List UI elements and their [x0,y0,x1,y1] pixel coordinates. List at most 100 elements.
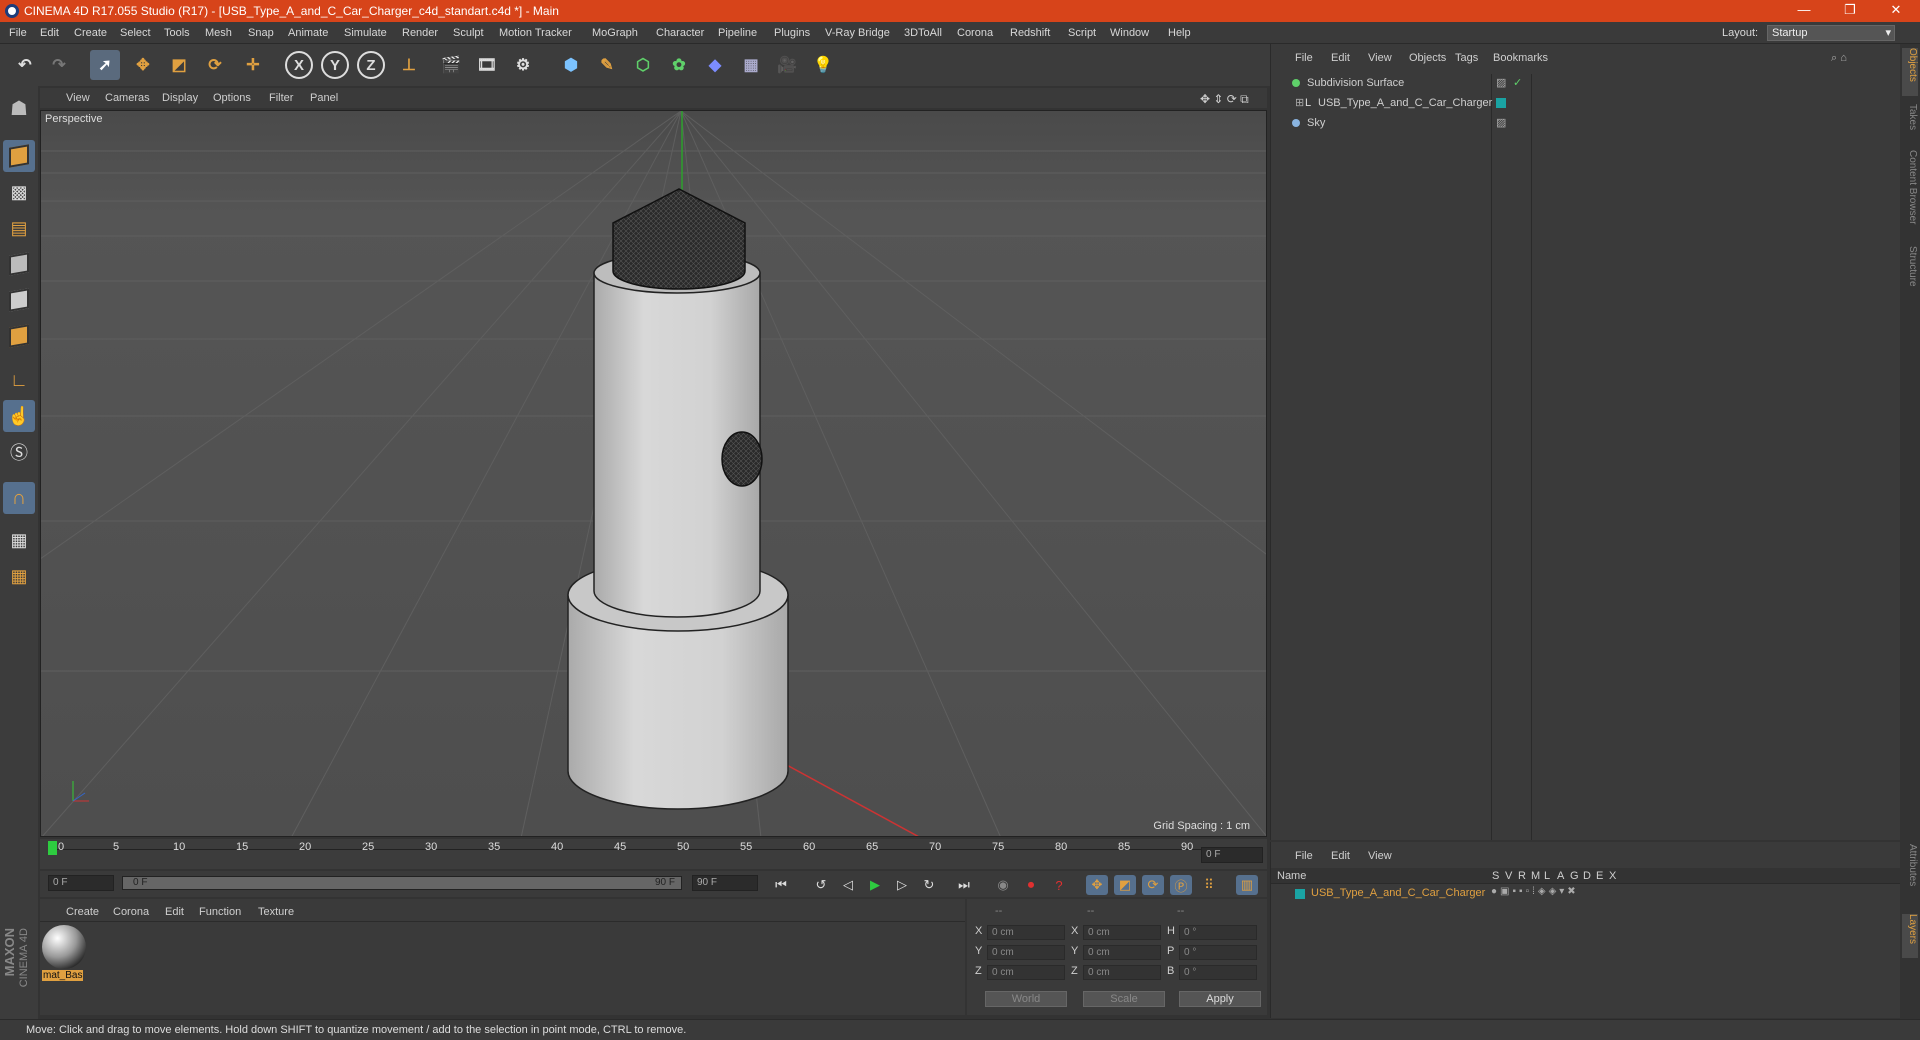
menu-create[interactable]: Create [74,27,107,39]
lm-menu-edit[interactable]: Edit [1331,850,1350,862]
rotation-p-field[interactable]: 0 ° [1179,945,1257,960]
layer-row[interactable]: USB_Type_A_and_C_Car_Charger ●▣▪▪▫⁞◈◈▾✖ [1271,886,1901,902]
tab-attributes[interactable]: Attributes [1902,844,1918,908]
workplane-lock-icon[interactable]: ▦ [3,524,35,556]
make-editable-icon[interactable]: ☗ [3,92,35,124]
enabled-check-icon[interactable]: ✓ [1513,74,1522,92]
material-name[interactable]: mat_Bas [42,970,84,981]
live-selection-icon[interactable]: ➚ [90,50,120,80]
mat-menu-corona[interactable]: Corona [113,906,149,918]
tweak-mode-icon[interactable]: ☝ [3,400,35,432]
object-row[interactable]: Subdivision Surface ▨ ✓ [1271,74,1901,92]
tab-objects[interactable]: Objects [1902,48,1918,96]
key-rotation-icon[interactable]: ⟳ [1142,875,1164,895]
points-mode-icon[interactable] [3,248,35,280]
material-preview[interactable] [42,925,86,969]
texture-mode-icon[interactable]: ▩ [3,176,35,208]
layer-flag-icons[interactable]: ●▣▪▪▫⁞◈◈▾✖ [1491,886,1579,897]
menu-character[interactable]: Character [656,27,704,39]
subdivision-surface-icon[interactable]: ⬡ [628,50,658,80]
key-position-icon[interactable]: ✥ [1086,875,1108,895]
tab-layers[interactable]: Layers [1902,914,1918,958]
rotation-h-field[interactable]: 0 ° [1179,925,1257,940]
size-y-field[interactable]: 0 cm [1083,945,1161,960]
next-frame-icon[interactable]: ▷ [891,875,913,895]
rotate-tool-icon[interactable]: ⟳ [200,50,230,80]
current-frame-field[interactable]: 0 F [1201,847,1263,863]
om-menu-bookmarks[interactable]: Bookmarks [1493,52,1548,64]
viewport-navigation-icons[interactable]: ✥ ⇕ ⟳ ⧉ [1200,92,1249,107]
floor-icon[interactable]: ▦ [736,50,766,80]
menu-animate[interactable]: Animate [288,27,328,39]
vp-menu-display[interactable]: Display [162,92,198,104]
camera-icon[interactable]: 🎥 [772,50,802,80]
magnet-icon[interactable]: ∩ [3,482,35,514]
apply-button[interactable]: Apply [1179,991,1261,1007]
rotation-b-field[interactable]: 0 ° [1179,965,1257,980]
om-menu-objects[interactable]: Objects [1409,52,1446,64]
visibility-icon[interactable]: ▨ [1496,114,1506,132]
pen-spline-icon[interactable]: ✎ [592,50,622,80]
axis-mode-icon[interactable]: ∟ [3,364,35,396]
menu-simulate[interactable]: Simulate [344,27,387,39]
object-row[interactable]: ⊞ L USB_Type_A_and_C_Car_Charger [1271,94,1901,112]
om-search-icon[interactable]: ⌕ ⌂ [1831,52,1847,65]
size-z-field[interactable]: 0 cm [1083,965,1161,980]
range-slider[interactable]: 0 F 90 F [122,876,682,890]
play-icon[interactable]: ▶ [864,875,886,895]
end-frame-field[interactable]: 90 F [692,875,758,891]
quantize-icon[interactable]: ▦ [3,560,35,592]
render-picture-viewer-icon[interactable]: 🎞 [472,50,502,80]
om-menu-file[interactable]: File [1295,52,1313,64]
coordinate-system-dropdown[interactable]: World [985,991,1067,1007]
light-icon[interactable]: 💡 [808,50,838,80]
position-z-field[interactable]: 0 cm [987,965,1065,980]
menu-sculpt[interactable]: Sculpt [453,27,484,39]
playhead[interactable] [48,841,57,855]
size-x-field[interactable]: 0 cm [1083,925,1161,940]
om-menu-edit[interactable]: Edit [1331,52,1350,64]
object-row[interactable]: Sky ▨ [1271,114,1901,132]
menu-mograph[interactable]: MoGraph [592,27,638,39]
workplane-mode-icon[interactable]: ▤ [3,212,35,244]
key-parameter-icon[interactable]: Ⓟ [1170,875,1192,895]
go-to-end-icon[interactable]: ⏭ [953,875,975,895]
tab-content-browser[interactable]: Content Browser [1902,150,1918,240]
transform-tool-icon[interactable]: ✛ [238,50,268,80]
tab-takes[interactable]: Takes [1902,104,1918,144]
om-menu-tags[interactable]: Tags [1455,52,1478,64]
menu-file[interactable]: File [9,27,27,39]
minimize-icon[interactable]: — [1784,2,1824,17]
om-menu-view[interactable]: View [1368,52,1392,64]
menu-script[interactable]: Script [1068,27,1096,39]
menu-snap[interactable]: Snap [248,27,274,39]
position-y-field[interactable]: 0 cm [987,945,1065,960]
expand-icon[interactable]: ⊞ [1295,94,1304,112]
cube-primitive-icon[interactable]: ⬢ [556,50,586,80]
render-view-icon[interactable]: 🎬 [436,50,466,80]
mat-menu-texture[interactable]: Texture [258,906,294,918]
menu-mesh[interactable]: Mesh [205,27,232,39]
menu-redshift[interactable]: Redshift [1010,27,1050,39]
vp-menu-options[interactable]: Options [213,92,251,104]
menu-vray-bridge[interactable]: V-Ray Bridge [825,27,890,39]
tab-structure[interactable]: Structure [1902,246,1918,306]
cloner-icon[interactable]: ✿ [664,50,694,80]
mat-menu-function[interactable]: Function [199,906,241,918]
close-icon[interactable]: ✕ [1876,2,1916,18]
go-to-start-icon[interactable]: ⏮ [770,875,792,895]
visibility-icon[interactable]: ▨ [1496,74,1506,92]
previous-frame-icon[interactable]: ◁ [837,875,859,895]
position-x-field[interactable]: 0 cm [987,925,1065,940]
model-mode-icon[interactable] [3,140,35,172]
previous-key-icon[interactable]: ↺ [810,875,832,895]
menu-corona[interactable]: Corona [957,27,993,39]
menu-tools[interactable]: Tools [164,27,190,39]
x-axis-lock-button[interactable]: X [284,50,314,80]
mat-menu-edit[interactable]: Edit [165,906,184,918]
redo-icon[interactable]: ↷ [44,50,74,80]
restore-icon[interactable]: ❐ [1830,2,1870,18]
vp-menu-view[interactable]: View [66,92,90,104]
scale-tool-icon[interactable]: ◩ [164,50,194,80]
vp-menu-filter[interactable]: Filter [269,92,293,104]
